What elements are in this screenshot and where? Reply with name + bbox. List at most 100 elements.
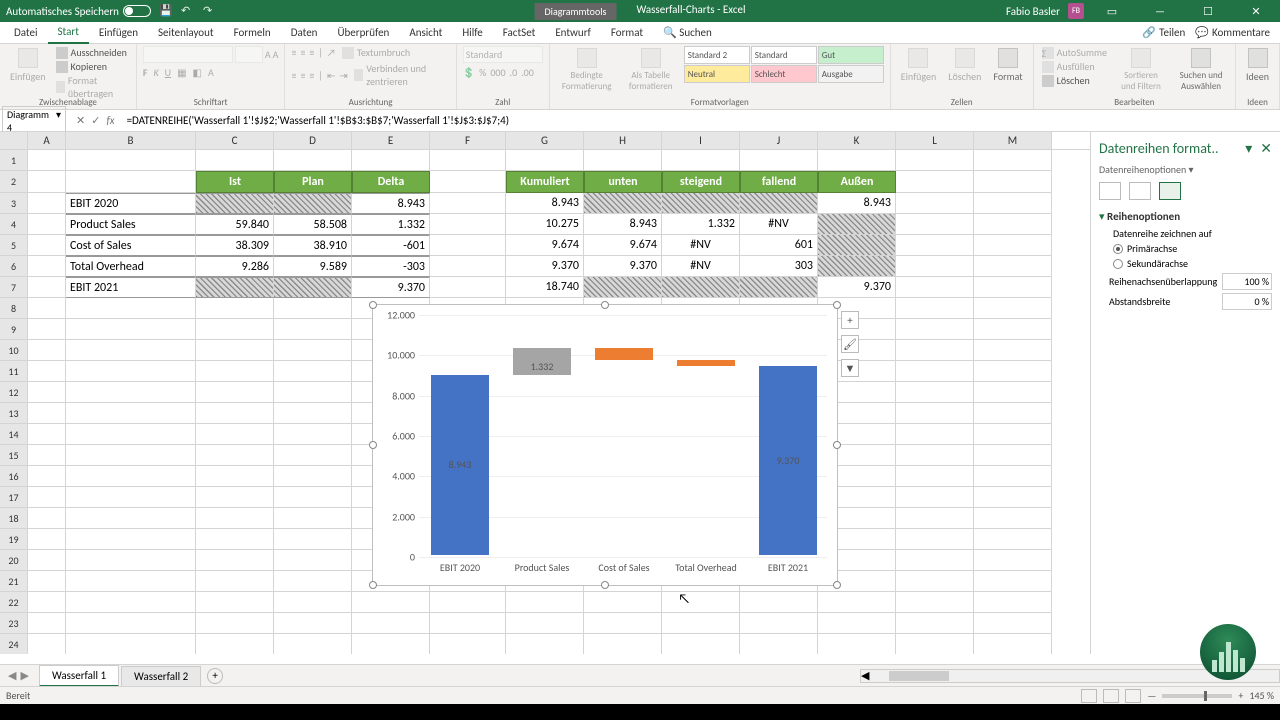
cell[interactable] — [740, 613, 818, 634]
resize-handle[interactable] — [833, 301, 841, 309]
cell[interactable] — [196, 529, 274, 550]
sheet-prev-icon[interactable]: ◀ — [8, 669, 16, 682]
cell[interactable] — [28, 466, 66, 487]
autosum-button[interactable]: ΣAutoSumme — [1040, 46, 1109, 59]
user-avatar[interactable]: FB — [1068, 3, 1084, 19]
cell[interactable] — [974, 508, 1052, 529]
cell[interactable] — [584, 613, 662, 634]
resize-handle[interactable] — [833, 581, 841, 589]
cell[interactable] — [352, 613, 430, 634]
cut-button[interactable]: Ausschneiden — [54, 46, 130, 59]
tab-seitenlayout[interactable]: Seitenlayout — [148, 22, 224, 43]
cell[interactable] — [974, 424, 1052, 445]
cell[interactable] — [896, 508, 974, 529]
row-header[interactable]: 24 — [0, 634, 28, 654]
zoom-in-icon[interactable]: + — [1238, 689, 1243, 702]
plot-area[interactable]: 02.0004.0006.0008.00010.00012.000EBIT 20… — [419, 315, 827, 555]
cell[interactable] — [28, 361, 66, 382]
cell[interactable]: 38.309 — [196, 235, 274, 256]
cell[interactable] — [974, 150, 1052, 171]
cell[interactable] — [274, 193, 352, 214]
cell[interactable] — [28, 277, 66, 298]
close-icon[interactable]: ✕ — [1236, 0, 1276, 22]
cell[interactable] — [506, 150, 584, 171]
cell[interactable] — [274, 403, 352, 424]
underline-icon[interactable]: U — [165, 66, 171, 79]
cell[interactable]: 601 — [740, 235, 818, 256]
cell[interactable]: 10.275 — [506, 214, 584, 235]
cell[interactable] — [974, 340, 1052, 361]
col-header[interactable]: A — [28, 132, 66, 149]
save-icon[interactable]: 💾 — [159, 4, 173, 18]
row-header[interactable]: 21 — [0, 571, 28, 592]
cell[interactable] — [896, 592, 974, 613]
cell[interactable] — [430, 235, 506, 256]
cell[interactable]: 38.910 — [274, 235, 352, 256]
cell[interactable] — [430, 193, 506, 214]
conditional-formatting-button[interactable]: Bedingte Formatierung — [556, 46, 618, 94]
zoom-slider[interactable] — [1162, 694, 1232, 698]
cell[interactable] — [66, 466, 196, 487]
row-header[interactable]: 8 — [0, 298, 28, 319]
cancel-formula-icon[interactable]: ✕ — [76, 114, 85, 127]
delete-cells-button[interactable]: Löschen — [944, 46, 985, 85]
tab-hilfe[interactable]: Hilfe — [452, 22, 492, 43]
cell[interactable] — [740, 592, 818, 613]
cell[interactable] — [974, 193, 1052, 214]
cell[interactable] — [896, 319, 974, 340]
increase-font-icon[interactable]: A — [265, 48, 271, 61]
cell[interactable] — [896, 235, 974, 256]
cell[interactable]: 9.370 — [584, 256, 662, 277]
ribbon-options-icon[interactable]: ▭ — [1092, 0, 1132, 22]
cell[interactable] — [352, 592, 430, 613]
cell[interactable]: -303 — [352, 256, 430, 277]
cell[interactable] — [274, 634, 352, 654]
cell[interactable]: EBIT 2020 — [66, 193, 196, 214]
cell[interactable] — [896, 171, 974, 193]
decrease-font-icon[interactable]: A — [273, 48, 279, 61]
cell[interactable] — [28, 235, 66, 256]
row-header[interactable]: 9 — [0, 319, 28, 340]
style-standard2[interactable]: Standard 2 — [684, 46, 750, 64]
wrap-text-button[interactable]: Textumbruch — [340, 46, 412, 59]
cell[interactable] — [818, 634, 896, 654]
cell[interactable]: steigend — [662, 171, 740, 193]
resize-handle[interactable] — [369, 581, 377, 589]
cell[interactable]: 8.943 — [818, 193, 896, 214]
cell[interactable] — [196, 193, 274, 214]
tab-factset[interactable]: FactSet — [493, 22, 546, 43]
cell[interactable] — [352, 634, 430, 654]
tab-ansicht[interactable]: Ansicht — [399, 22, 452, 43]
col-header[interactable]: B — [66, 132, 196, 149]
tab-start[interactable]: Start — [48, 21, 89, 44]
fill-color-icon[interactable]: ◧ — [193, 66, 202, 79]
cell[interactable] — [196, 382, 274, 403]
cell[interactable] — [896, 613, 974, 634]
font-family-select[interactable] — [143, 46, 233, 63]
cell[interactable] — [28, 193, 66, 214]
cell[interactable] — [274, 487, 352, 508]
sort-filter-button[interactable]: Sortieren und Filtern — [1113, 46, 1169, 94]
cell[interactable] — [662, 613, 740, 634]
cell[interactable]: 9.370 — [352, 277, 430, 298]
cell[interactable] — [66, 382, 196, 403]
cell[interactable] — [740, 193, 818, 214]
border-icon[interactable]: ▦ — [177, 66, 186, 79]
cell[interactable] — [28, 634, 66, 654]
cell[interactable]: -601 — [352, 235, 430, 256]
align-left-icon[interactable]: ≡ — [291, 69, 296, 82]
cell[interactable] — [896, 487, 974, 508]
cell[interactable] — [274, 150, 352, 171]
cell[interactable] — [196, 613, 274, 634]
cell[interactable] — [196, 298, 274, 319]
currency-icon[interactable]: 💲 — [463, 66, 475, 79]
cell[interactable]: 18.740 — [506, 277, 584, 298]
cell[interactable] — [896, 298, 974, 319]
cell[interactable] — [896, 340, 974, 361]
cell[interactable] — [506, 613, 584, 634]
cell[interactable] — [896, 445, 974, 466]
cell[interactable] — [196, 424, 274, 445]
cell[interactable] — [66, 424, 196, 445]
cell[interactable] — [274, 445, 352, 466]
cell[interactable]: #NV — [662, 235, 740, 256]
